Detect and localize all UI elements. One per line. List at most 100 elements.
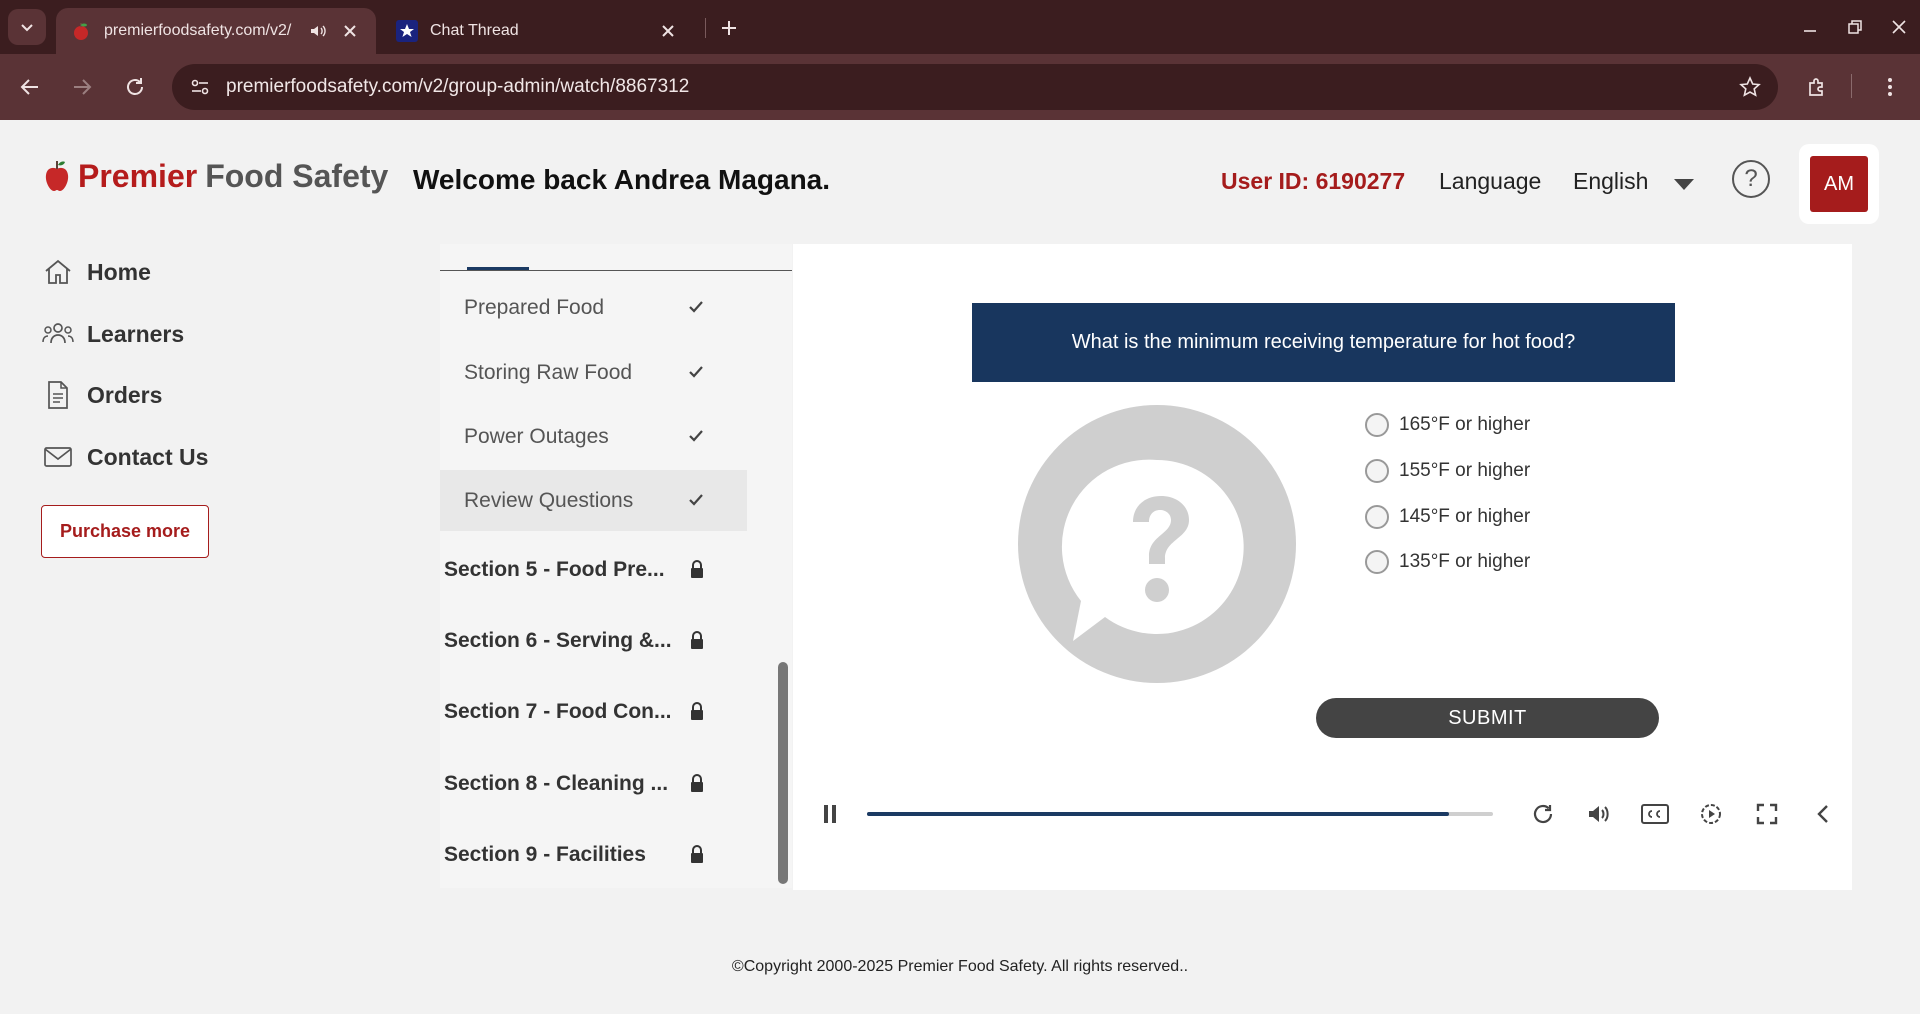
language-select[interactable]: English xyxy=(1573,164,1695,198)
tab-title: premierfoodsafety.com/v2/ xyxy=(104,22,292,39)
lesson-label: Prepared Food xyxy=(464,295,605,319)
checkmark-icon xyxy=(689,494,703,506)
section-item[interactable]: Section 7 - Food Con... xyxy=(440,687,747,737)
sidebar-item-orders[interactable]: Orders xyxy=(40,375,300,415)
question-mark-bubble-icon xyxy=(1018,405,1296,683)
radio-button[interactable] xyxy=(1365,550,1389,574)
section-item[interactable]: Section 9 - Facilities xyxy=(440,830,747,880)
close-icon xyxy=(1892,20,1906,34)
tab-premierfoodsafety[interactable]: premierfoodsafety.com/v2/ xyxy=(56,8,376,54)
forward-button[interactable] xyxy=(66,71,98,103)
lesson-label: Review Questions xyxy=(464,488,634,512)
lesson-label: Power Outages xyxy=(464,424,609,448)
replay-icon xyxy=(1533,804,1553,824)
browser-menu-button[interactable] xyxy=(1874,71,1906,103)
apple-logo-icon xyxy=(45,160,69,191)
extensions-button[interactable] xyxy=(1801,71,1833,103)
avatar-button[interactable]: AM xyxy=(1799,144,1879,224)
new-tab-button[interactable] xyxy=(714,13,744,43)
url-text[interactable]: premierfoodsafety.com/v2/group-admin/wat… xyxy=(226,76,689,98)
reload-button[interactable] xyxy=(119,71,151,103)
address-bar[interactable]: premierfoodsafety.com/v2/group-admin/wat… xyxy=(172,64,1778,110)
purchase-more-button[interactable]: Purchase more xyxy=(41,505,209,558)
lock-icon xyxy=(691,845,703,863)
collapse-sidebar-button[interactable] xyxy=(1807,798,1839,830)
tab-search-button[interactable] xyxy=(8,9,46,45)
radio-button[interactable] xyxy=(1365,505,1389,529)
radio-button[interactable] xyxy=(1365,459,1389,483)
close-tab-icon[interactable] xyxy=(656,19,680,43)
speaker-icon[interactable] xyxy=(306,19,330,43)
section-label: Section 8 - Cleaning ... xyxy=(444,772,669,795)
minimize-icon xyxy=(1804,30,1816,32)
tab-chat-thread[interactable]: Chat Thread xyxy=(382,8,694,54)
close-tab-icon[interactable] xyxy=(338,19,362,43)
progress-bar[interactable] xyxy=(867,812,1493,816)
submit-button[interactable]: SUBMIT xyxy=(1316,698,1659,738)
answer-option[interactable]: 135°F or higher xyxy=(1365,547,1625,577)
answer-option[interactable]: 155°F or higher xyxy=(1365,456,1625,486)
users-icon xyxy=(40,318,76,350)
playback-speed-icon xyxy=(1701,804,1721,824)
section-item[interactable]: Section 8 - Cleaning ... xyxy=(440,759,747,809)
help-glyph: ? xyxy=(1744,165,1758,192)
user-id: User ID: 6190277 xyxy=(1221,168,1406,194)
progress-fill xyxy=(867,812,1450,816)
sidebar-item-label: Orders xyxy=(87,381,163,408)
lesson-item[interactable]: Power Outages xyxy=(440,406,747,467)
outline-divider xyxy=(440,270,792,271)
player-controls xyxy=(793,784,1852,844)
star-favicon-icon xyxy=(396,20,418,42)
sidebar-item-learners[interactable]: Learners xyxy=(40,314,300,354)
section-label: Section 9 - Facilities xyxy=(444,843,646,866)
closed-captions-icon xyxy=(1641,804,1669,824)
site-logo[interactable]: Premier Food Safety xyxy=(42,158,388,195)
lesson-item-current[interactable]: Review Questions xyxy=(440,470,747,531)
reload-icon xyxy=(127,78,143,95)
option-label: 145°F or higher xyxy=(1399,506,1531,527)
course-player: What is the minimum receiving temperatur… xyxy=(793,244,1852,890)
language-label: Language xyxy=(1439,168,1542,194)
sidebar-item-label: Contact Us xyxy=(87,443,209,470)
question-text: What is the minimum receiving temperatur… xyxy=(972,303,1675,382)
volume-button[interactable] xyxy=(1583,798,1615,830)
lesson-item[interactable]: Storing Raw Food xyxy=(440,342,747,403)
radio-button[interactable] xyxy=(1365,413,1389,437)
option-label: 165°F or higher xyxy=(1399,414,1531,435)
chevron-left-icon xyxy=(1817,805,1828,823)
playback-speed-button[interactable] xyxy=(1695,798,1727,830)
close-window-button[interactable] xyxy=(1884,12,1914,42)
answer-option[interactable]: 145°F or higher xyxy=(1365,502,1625,532)
outline-tab-indicator xyxy=(467,267,529,270)
replay-button[interactable] xyxy=(1527,798,1559,830)
mail-icon xyxy=(40,441,76,473)
tab-separator xyxy=(705,18,706,38)
captions-button[interactable] xyxy=(1639,798,1671,830)
page: Premier Food Safety Welcome back Andrea … xyxy=(0,120,1920,1014)
pause-button[interactable] xyxy=(814,798,846,830)
welcome-message: Welcome back Andrea Magana. xyxy=(413,164,831,195)
sidebar-item-home[interactable]: Home xyxy=(40,252,300,292)
bookmark-star-icon[interactable] xyxy=(1738,75,1762,99)
outline-scrollbar[interactable] xyxy=(778,662,788,884)
answer-option[interactable]: 165°F or higher xyxy=(1365,410,1625,440)
help-icon[interactable]: ? xyxy=(1732,160,1770,198)
sidebar-item-contact-us[interactable]: Contact Us xyxy=(40,437,300,477)
fullscreen-icon xyxy=(1756,803,1778,825)
lesson-item[interactable]: Prepared Food xyxy=(440,277,747,338)
minimize-button[interactable] xyxy=(1795,12,1825,42)
plus-icon xyxy=(722,21,736,35)
lock-icon xyxy=(691,560,703,578)
sidebar-item-label: Learners xyxy=(87,320,185,347)
puzzle-icon xyxy=(1809,78,1823,96)
lesson-label: Storing Raw Food xyxy=(464,360,633,384)
lock-icon xyxy=(691,774,703,792)
section-item[interactable]: Section 5 - Food Pre... xyxy=(440,545,747,595)
fullscreen-button[interactable] xyxy=(1751,798,1783,830)
restore-button[interactable] xyxy=(1840,12,1870,42)
volume-icon xyxy=(1589,806,1609,822)
site-info-icon[interactable] xyxy=(178,64,222,110)
arrow-left-icon xyxy=(20,79,38,95)
back-button[interactable] xyxy=(14,71,46,103)
section-item[interactable]: Section 6 - Serving &... xyxy=(440,616,747,666)
